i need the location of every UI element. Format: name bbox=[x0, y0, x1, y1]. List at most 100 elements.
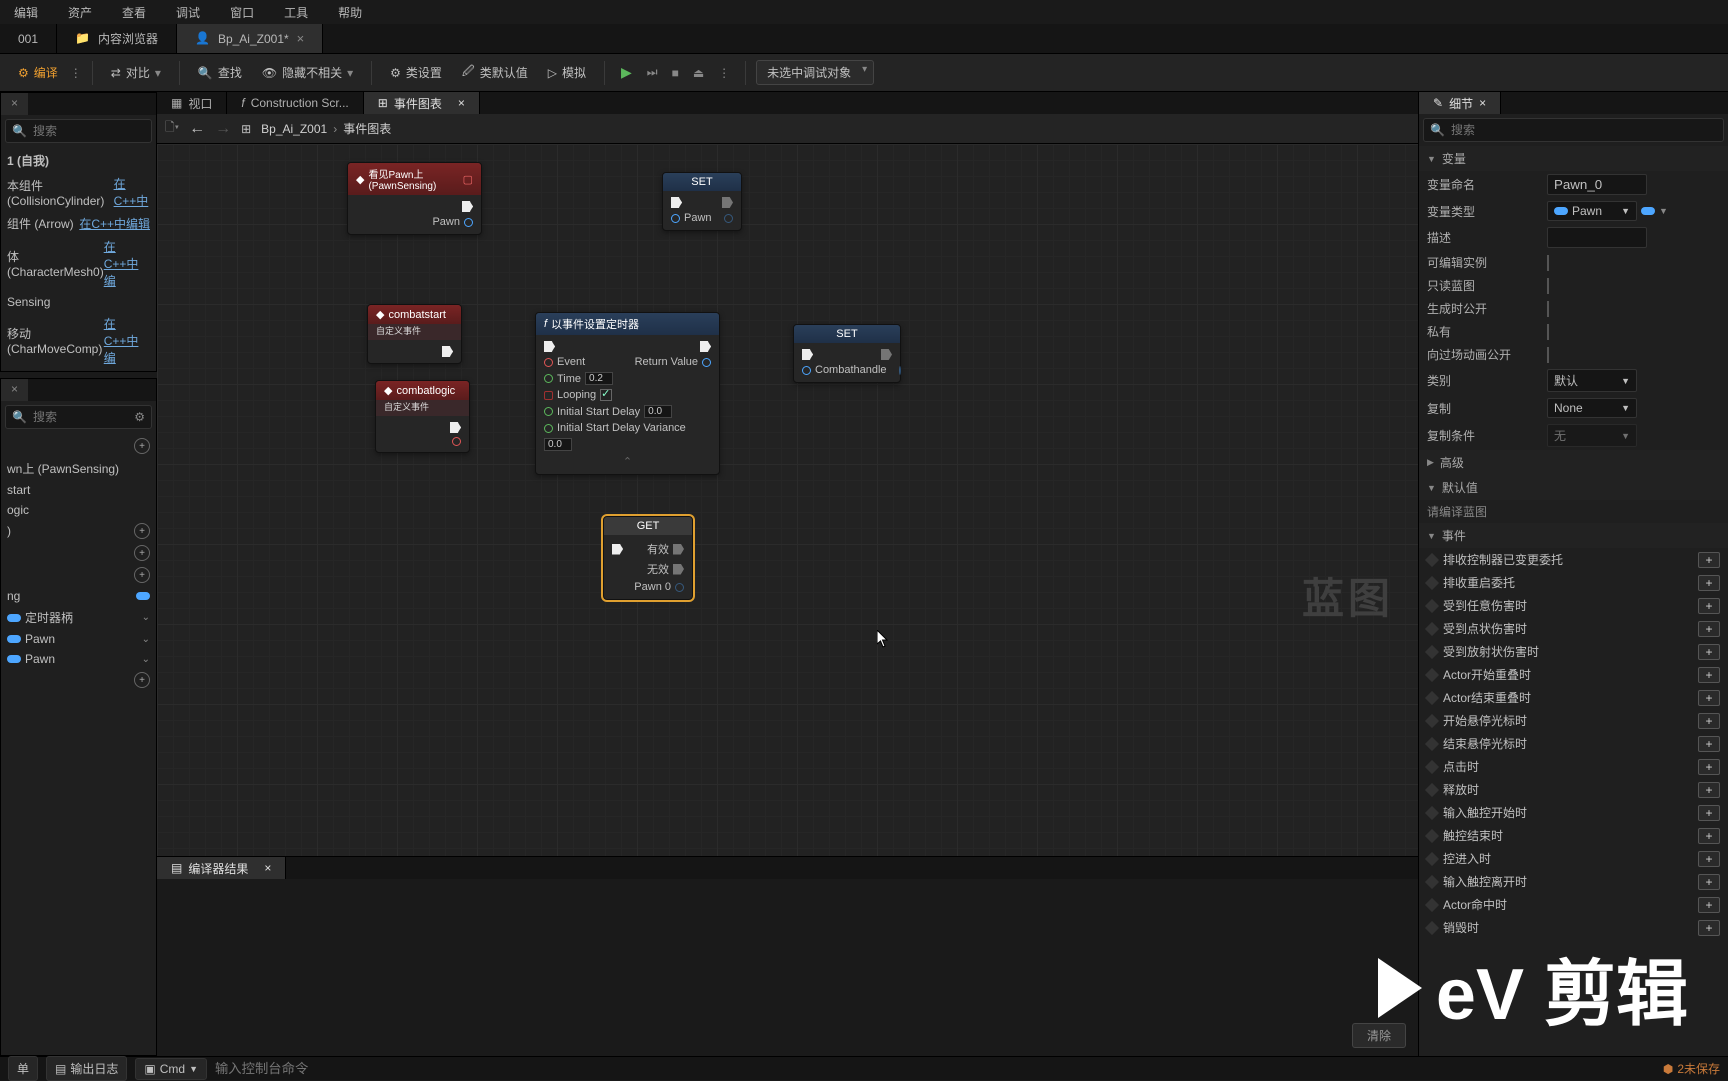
unsaved-indicator[interactable]: ⬢2未保存 bbox=[1663, 1060, 1720, 1077]
exec-out-pin[interactable] bbox=[722, 197, 733, 208]
simulate-button[interactable]: ▷模拟 bbox=[540, 59, 594, 86]
time-input[interactable] bbox=[585, 372, 613, 385]
var-item[interactable]: ng bbox=[1, 586, 156, 606]
find-button[interactable]: 🔍查找 bbox=[190, 59, 250, 86]
tab-eventgraph[interactable]: ⊞事件图表× bbox=[364, 92, 480, 114]
menu-window[interactable]: 窗口 bbox=[224, 2, 260, 23]
graph-item[interactable]: wn上 (PawnSensing) bbox=[1, 457, 156, 480]
close-icon[interactable]: × bbox=[297, 31, 305, 46]
component-item-sensing[interactable]: Sensing bbox=[1, 292, 156, 312]
category-dropdown[interactable]: 默认▼ bbox=[1547, 369, 1637, 392]
output-log-button[interactable]: ▤输出日志 bbox=[46, 1056, 127, 1081]
exec-in-pin[interactable] bbox=[544, 341, 555, 352]
pawn-out-pin[interactable] bbox=[724, 214, 733, 223]
component-item-self[interactable]: 1 (自我) bbox=[1, 149, 156, 172]
delayvariance-pin[interactable] bbox=[544, 424, 553, 433]
add-event-button[interactable]: + bbox=[1698, 713, 1720, 729]
graph-item[interactable]: )+ bbox=[1, 520, 156, 542]
compiler-results-tab[interactable]: ▤编译器结果× bbox=[157, 857, 286, 879]
forward-button[interactable]: → bbox=[215, 120, 231, 138]
hide-unrelated-button[interactable]: 👁隐藏不相关▾ bbox=[254, 59, 361, 86]
initialdelay-pin[interactable] bbox=[544, 407, 553, 416]
details-tab[interactable]: ✎细节× bbox=[1419, 92, 1501, 114]
node-combatlogic[interactable]: ◆combatlogic 自定义事件 bbox=[375, 380, 470, 453]
add-event-button[interactable]: + bbox=[1698, 897, 1720, 913]
menu-debug[interactable]: 调试 bbox=[170, 2, 206, 23]
add-event-button[interactable]: + bbox=[1698, 828, 1720, 844]
menu-edit[interactable]: 编辑 bbox=[8, 2, 44, 23]
cinematic-checkbox[interactable] bbox=[1547, 347, 1549, 363]
components-search[interactable]: 🔍 bbox=[5, 119, 152, 143]
graph-section[interactable]: + bbox=[1, 435, 156, 457]
debug-target-dropdown[interactable]: 未选中调试对象 bbox=[756, 60, 874, 85]
expose-spawn-checkbox[interactable] bbox=[1547, 301, 1549, 317]
graph-item[interactable]: ogic bbox=[1, 500, 156, 520]
description-input[interactable] bbox=[1547, 227, 1647, 248]
menu-view[interactable]: 查看 bbox=[116, 2, 152, 23]
exec-out-pin[interactable] bbox=[442, 346, 453, 357]
compile-button[interactable]: ⚙编译 bbox=[10, 59, 66, 86]
add-event-button[interactable]: + bbox=[1698, 874, 1720, 890]
exec-out-pin[interactable] bbox=[881, 349, 892, 360]
close-icon[interactable]: × bbox=[264, 861, 271, 875]
add-icon[interactable]: + bbox=[134, 438, 150, 454]
step-button[interactable]: ⏭ bbox=[642, 61, 663, 84]
graph-canvas[interactable]: ◆看见Pawn上 (PawnSensing)▢ Pawn SET Pawn ◆c… bbox=[157, 144, 1418, 856]
cpp-link[interactable]: 在C++中编辑 bbox=[79, 215, 150, 232]
looping-pin[interactable] bbox=[544, 391, 553, 400]
exec-out-pin[interactable] bbox=[450, 422, 461, 433]
pawn0-out-pin[interactable] bbox=[675, 583, 684, 592]
diff-button[interactable]: ⇄对比▾ bbox=[103, 59, 169, 86]
node-set-handle[interactable]: SET Combathandle bbox=[793, 324, 901, 383]
var-name-input[interactable] bbox=[1547, 174, 1647, 195]
component-item-arrow[interactable]: 组件 (Arrow)在C++中编辑 bbox=[1, 212, 156, 235]
main-tab-content-browser[interactable]: 📁内容浏览器 bbox=[57, 24, 177, 53]
replication-cond-dropdown[interactable]: 无▼ bbox=[1547, 424, 1637, 447]
initialdelay-input[interactable] bbox=[644, 405, 672, 418]
var-section[interactable]: + bbox=[1, 542, 156, 564]
menu-tools[interactable]: 工具 bbox=[278, 2, 314, 23]
component-item-charmove[interactable]: 移动 (CharMoveComp)在C++中编 bbox=[1, 312, 156, 369]
invalid-out-pin[interactable] bbox=[673, 564, 684, 575]
console-input[interactable] bbox=[215, 1061, 1655, 1076]
add-event-button[interactable]: + bbox=[1698, 598, 1720, 614]
valid-out-pin[interactable] bbox=[673, 544, 684, 555]
section-default[interactable]: ▼默认值 bbox=[1419, 475, 1728, 500]
chevron-down-icon[interactable]: ⌄ bbox=[142, 634, 150, 645]
add-event-button[interactable]: + bbox=[1698, 575, 1720, 591]
gear-icon[interactable]: ⚙ bbox=[134, 410, 145, 424]
node-settimer[interactable]: f以事件设置定时器 Event Return Value Time Loopin… bbox=[535, 312, 720, 475]
exec-in-pin[interactable] bbox=[612, 544, 623, 555]
var-section[interactable]: + bbox=[1, 669, 156, 691]
graph-item[interactable]: start bbox=[1, 480, 156, 500]
readonly-checkbox[interactable] bbox=[1547, 278, 1549, 294]
myblueprint-tab[interactable]: × bbox=[1, 379, 28, 401]
var-section[interactable]: + bbox=[1, 564, 156, 586]
add-event-button[interactable]: + bbox=[1698, 805, 1720, 821]
add-event-button[interactable]: + bbox=[1698, 552, 1720, 568]
add-event-button[interactable]: + bbox=[1698, 621, 1720, 637]
exec-out-pin[interactable] bbox=[700, 341, 711, 352]
node-seepawn[interactable]: ◆看见Pawn上 (PawnSensing)▢ Pawn bbox=[347, 162, 482, 235]
time-pin[interactable] bbox=[544, 374, 553, 383]
add-event-button[interactable]: + bbox=[1698, 920, 1720, 936]
components-search-input[interactable] bbox=[33, 124, 145, 138]
close-icon[interactable]: × bbox=[11, 96, 18, 112]
replication-dropdown[interactable]: None▼ bbox=[1547, 398, 1637, 418]
event-pin[interactable] bbox=[544, 358, 553, 367]
var-item[interactable]: Pawn⌄ bbox=[1, 629, 156, 649]
play-button[interactable]: ▶ bbox=[615, 60, 638, 85]
cpp-link[interactable]: 在C++中编 bbox=[104, 238, 150, 289]
returnvalue-pin[interactable] bbox=[702, 358, 711, 367]
section-variable[interactable]: ▼变量 bbox=[1419, 146, 1728, 171]
class-defaults-button[interactable]: 🖉类默认值 bbox=[454, 57, 536, 88]
looping-checkbox[interactable] bbox=[600, 389, 612, 401]
tab-viewport[interactable]: ▦视口 bbox=[157, 92, 227, 114]
close-icon[interactable]: × bbox=[458, 96, 465, 110]
add-event-button[interactable]: + bbox=[1698, 782, 1720, 798]
section-events[interactable]: ▼事件 bbox=[1419, 523, 1728, 548]
section-advanced[interactable]: ▶高级 bbox=[1419, 450, 1728, 475]
breadcrumb-graph[interactable]: 事件图表 bbox=[343, 120, 391, 137]
eject-button[interactable]: ⏏ bbox=[688, 62, 709, 84]
tab-construction[interactable]: fConstruction Scr... bbox=[227, 92, 363, 114]
